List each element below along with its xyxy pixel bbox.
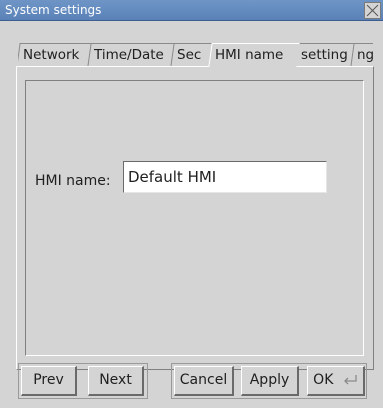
tab-time-date[interactable]: Time/Date	[87, 43, 175, 67]
system-settings-window: System settings Network Time/Date Sec HM…	[0, 0, 383, 408]
window-title: System settings	[5, 3, 102, 17]
tab-setting[interactable]: setting	[294, 43, 356, 67]
ok-button[interactable]: OK	[307, 366, 365, 396]
enter-icon	[343, 375, 357, 385]
next-button[interactable]: Next	[88, 366, 144, 396]
tab-panel	[16, 66, 374, 370]
hmi-name-label: HMI name:	[35, 173, 111, 189]
title-bar[interactable]: System settings	[0, 0, 383, 21]
tab-bar: Network Time/Date Sec HMI name setting n…	[18, 43, 373, 67]
tab-security[interactable]: Sec	[170, 43, 214, 67]
hmi-name-input[interactable]	[123, 161, 327, 193]
prev-button[interactable]: Prev	[21, 366, 77, 396]
apply-button[interactable]: Apply	[241, 366, 299, 396]
close-button[interactable]	[364, 2, 381, 19]
inner-panel	[25, 80, 364, 356]
tab-more[interactable]: ng	[350, 43, 373, 67]
close-icon	[366, 4, 379, 17]
cancel-button[interactable]: Cancel	[174, 366, 234, 396]
tab-network[interactable]: Network	[18, 43, 92, 67]
tab-hmi-name[interactable]: HMI name	[208, 43, 300, 67]
